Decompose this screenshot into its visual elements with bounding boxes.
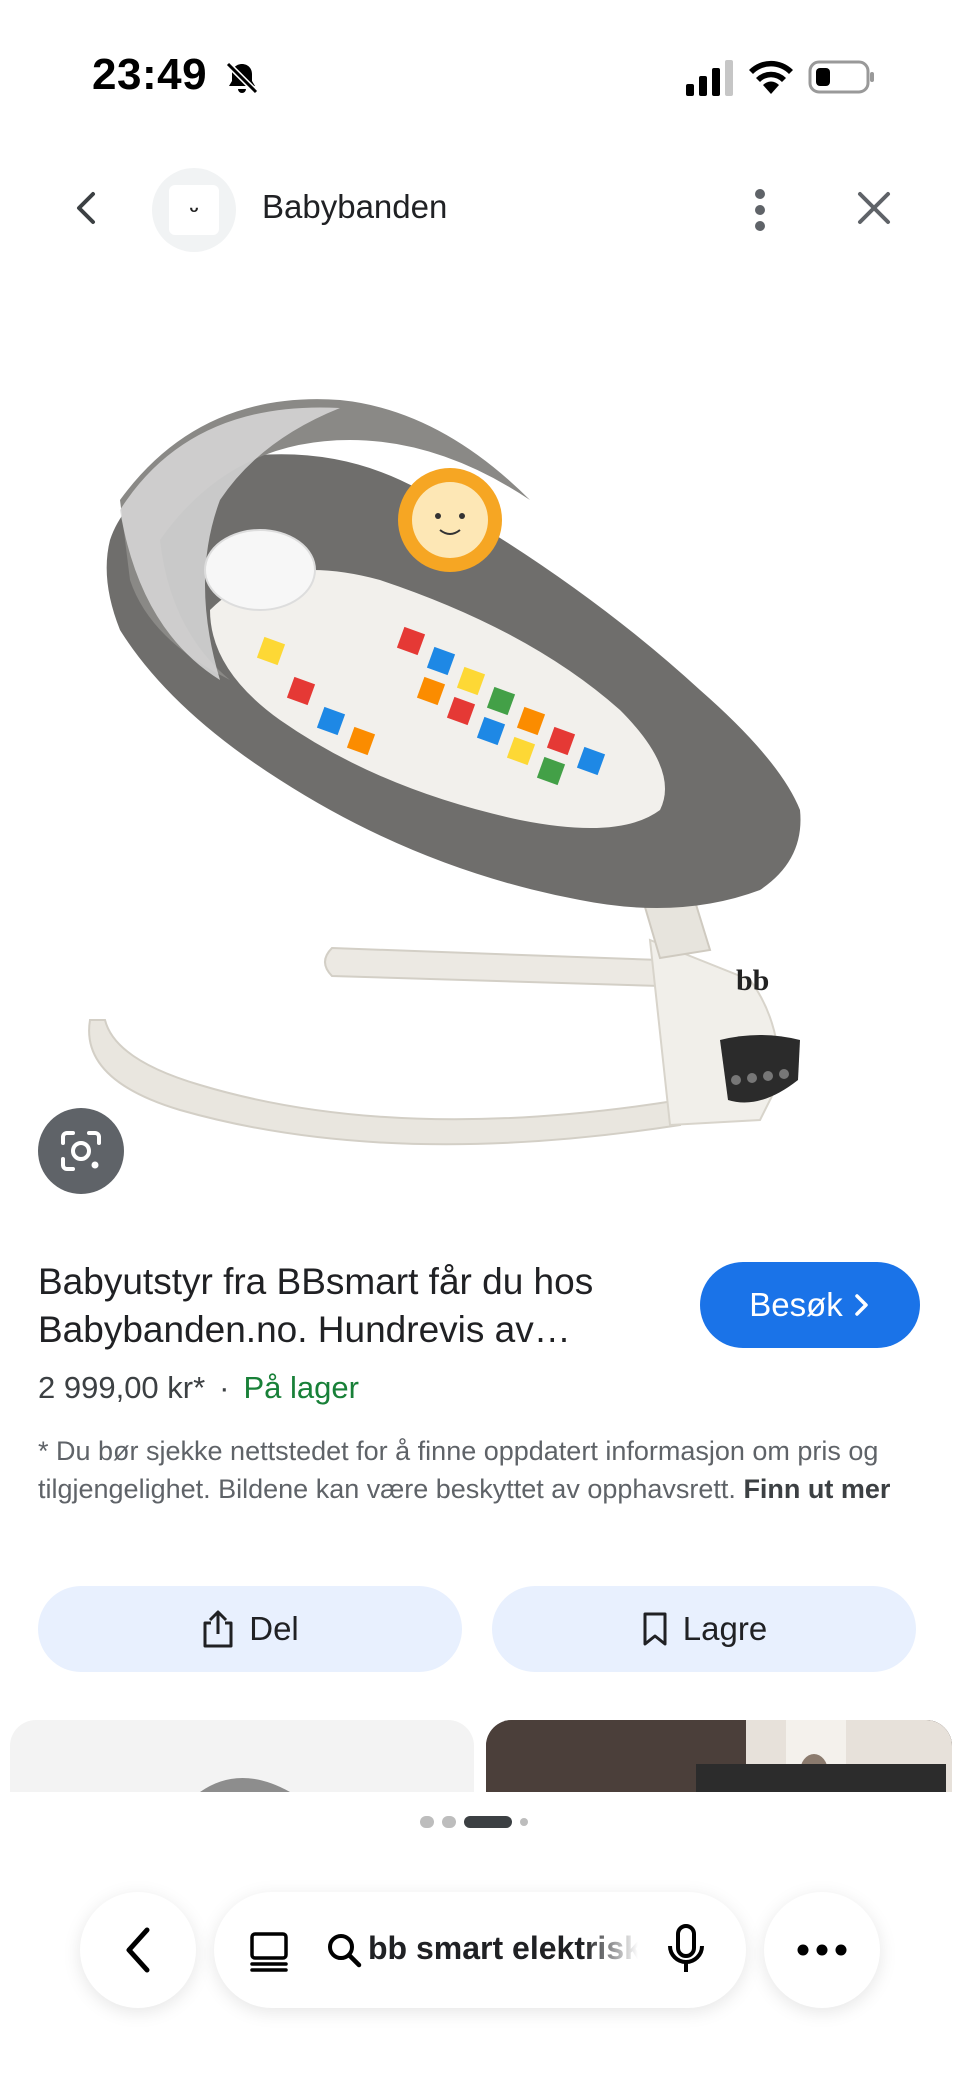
save-label: Lagre <box>682 1610 768 1647</box>
price-row: 2 999,00 kr* · På lager <box>38 1370 359 1406</box>
bell-muted-icon <box>225 61 259 95</box>
share-icon <box>203 1610 233 1648</box>
visit-label: Besøk <box>749 1286 843 1323</box>
more-menu-button[interactable] <box>764 1892 880 2008</box>
page-dot <box>420 1816 434 1828</box>
related-thumbnail <box>200 1778 290 1792</box>
disclaimer: * Du bør sjekke nettstedet for å finne o… <box>38 1432 918 1508</box>
camera-lens-icon <box>61 1131 101 1171</box>
page-dot <box>442 1816 456 1828</box>
site-logo[interactable]: ᵕ <box>152 168 236 252</box>
header: ᵕ Babybanden <box>0 150 960 270</box>
share-button[interactable]: Del <box>38 1586 462 1672</box>
chevron-left-icon <box>77 192 95 224</box>
page-dot <box>520 1818 528 1826</box>
lens-search-button[interactable] <box>38 1108 124 1194</box>
save-button[interactable]: Lagre <box>492 1586 916 1672</box>
close-icon <box>858 192 890 224</box>
signal-icon <box>686 60 733 96</box>
product-brand-mark: bb <box>736 964 769 997</box>
search-query[interactable]: bb smart elektrisk <box>368 1930 638 1967</box>
visit-button[interactable]: Besøk <box>700 1262 920 1348</box>
more-vert-icon <box>755 189 765 231</box>
battery-icon <box>808 60 874 94</box>
page-dot-active <box>464 1816 512 1828</box>
stock-status: På lager <box>243 1370 359 1405</box>
wifi-icon <box>749 60 793 94</box>
separator-dot: · <box>219 1370 230 1405</box>
search-bar[interactable]: bb smart elektrisk <box>214 1892 746 2008</box>
related-thumbnail <box>486 1720 952 1792</box>
related-result-card[interactable] <box>10 1720 474 1792</box>
site-name[interactable]: Babybanden <box>262 188 447 226</box>
bottom-bar: bb smart elektrisk <box>0 1890 960 2010</box>
related-result-card[interactable] <box>486 1720 952 1792</box>
more-horiz-icon <box>797 1944 847 1956</box>
mic-icon[interactable] <box>666 1924 706 1976</box>
status-bar: 23:49 <box>0 0 960 150</box>
share-label: Del <box>249 1610 299 1647</box>
page-indicator <box>420 1812 540 1832</box>
product-image[interactable]: bb <box>60 380 840 1180</box>
search-icon <box>328 1934 362 1968</box>
product-title[interactable]: Babyutstyr fra BBsmart får du hos Babyba… <box>38 1258 678 1354</box>
more-options-button[interactable] <box>736 180 784 240</box>
status-time: 23:49 <box>92 50 208 99</box>
bookmark-icon <box>643 1612 667 1646</box>
close-button[interactable] <box>848 182 900 234</box>
learn-more-link[interactable]: Finn ut mer <box>743 1474 890 1504</box>
sun-toy <box>398 468 502 572</box>
chevron-left-icon <box>126 1927 150 1973</box>
price: 2 999,00 kr* <box>38 1370 206 1405</box>
nav-back-button[interactable] <box>80 1892 196 2008</box>
site-logo-glyph: ᵕ <box>169 185 219 235</box>
tabs-icon <box>250 1932 288 1972</box>
back-button[interactable] <box>60 182 112 234</box>
chevron-right-icon <box>855 1294 868 1316</box>
